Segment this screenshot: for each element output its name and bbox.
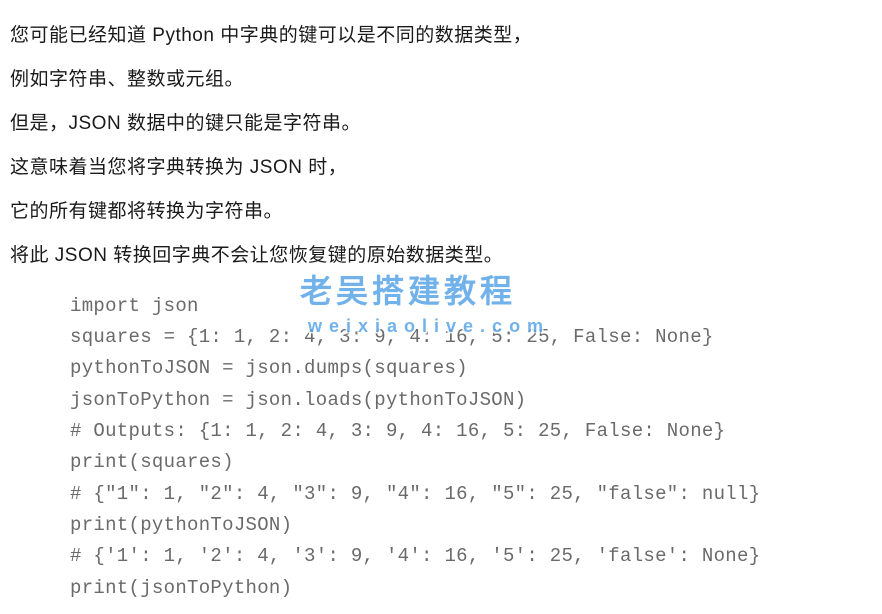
prose-line: 您可能已经知道 Python 中字典的键可以是不同的数据类型， [10, 18, 872, 54]
prose-line: 例如字符串、整数或元组。 [10, 62, 872, 98]
code-block: import json squares = {1: 1, 2: 4, 3: 9,… [10, 291, 872, 604]
prose-line: 它的所有键都将转换为字符串。 [10, 194, 872, 230]
prose-line: 这意味着当您将字典转换为 JSON 时， [10, 150, 872, 186]
document-content: 您可能已经知道 Python 中字典的键可以是不同的数据类型， 例如字符串、整数… [0, 0, 882, 614]
prose-line: 将此 JSON 转换回字典不会让您恢复键的原始数据类型。 [10, 238, 872, 274]
prose-line: 但是，JSON 数据中的键只能是字符串。 [10, 106, 872, 142]
